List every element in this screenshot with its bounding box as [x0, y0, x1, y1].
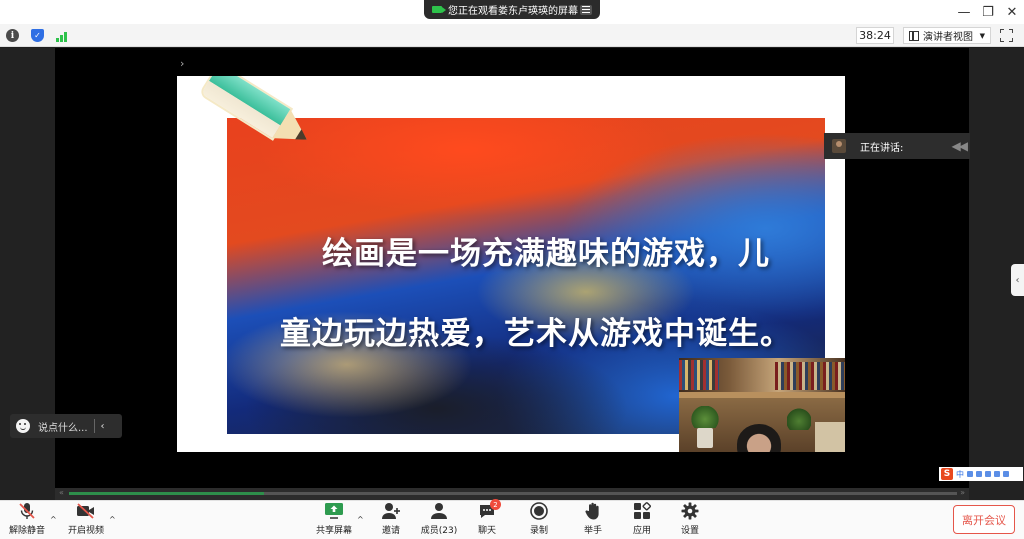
- speaker-view-icon: [909, 30, 919, 41]
- slide-text-line-2: 童边玩边热爱，艺术从游戏中诞生。: [280, 316, 792, 352]
- shared-screen[interactable]: › 绘画是一场充满趣味的游戏，儿 童边玩边热爱，艺术从游戏中诞生。 S 中: [55, 48, 1023, 488]
- members-icon: [429, 501, 449, 520]
- start-video-button[interactable]: 开启视频: [66, 501, 106, 539]
- members-label: 成员(23): [420, 526, 458, 536]
- scroll-left-icon[interactable]: «: [59, 488, 64, 497]
- presentation-slide: 绘画是一场充满趣味的游戏，儿 童边玩边热爱，艺术从游戏中诞生。: [177, 76, 845, 452]
- view-mode-dropdown[interactable]: 演讲者视图 ▼: [903, 27, 991, 44]
- apps-grid-icon: [632, 501, 652, 520]
- banner-menu-icon[interactable]: [580, 4, 592, 15]
- raise-hand-label: 举手: [583, 526, 602, 536]
- chevron-left-icon[interactable]: ‹: [101, 421, 105, 432]
- meeting-info-bar: i ✓ 38:24 演讲者视图 ▼: [0, 24, 1024, 47]
- speaking-audio-icon: ◀◀: [951, 139, 969, 153]
- share-options-icon[interactable]: ^: [357, 515, 364, 524]
- start-video-label: 开启视频: [67, 526, 104, 536]
- video-options-icon[interactable]: ^: [109, 515, 116, 524]
- members-button[interactable]: 成员(23): [420, 501, 458, 539]
- chevron-right-icon[interactable]: ›: [180, 57, 184, 70]
- minimize-icon: —: [957, 4, 971, 20]
- speaking-label: 正在讲话:: [860, 142, 904, 154]
- sogou-logo-icon: S: [941, 468, 953, 480]
- close-button[interactable]: ✕: [998, 0, 1024, 24]
- chevron-left-icon: ‹: [1015, 274, 1020, 286]
- quick-chat-box[interactable]: 说点什么... ‹: [10, 414, 122, 438]
- ime-mic-icon: [976, 471, 982, 477]
- info-icon[interactable]: i: [6, 29, 19, 42]
- chat-placeholder[interactable]: 说点什么...: [38, 419, 88, 434]
- audio-options-icon[interactable]: ^: [50, 515, 57, 524]
- apps-button[interactable]: 应用: [629, 501, 655, 539]
- raise-hand-icon: [583, 501, 603, 520]
- ime-punct-icon: [967, 471, 973, 477]
- record-label: 录制: [529, 526, 548, 536]
- invite-button[interactable]: 邀请: [376, 501, 406, 539]
- apps-label: 应用: [632, 526, 651, 536]
- share-screen-button[interactable]: 共享屏幕: [314, 501, 354, 539]
- chat-label: 聊天: [477, 526, 496, 536]
- security-shield-icon[interactable]: ✓: [31, 29, 44, 42]
- share-screen-label: 共享屏幕: [315, 526, 352, 536]
- raise-hand-button[interactable]: 举手: [580, 501, 606, 539]
- progress-fill: [69, 492, 265, 495]
- title-bar: 您正在观看娄东卢瑛瑛的屏幕 — ❐ ✕: [0, 0, 1024, 24]
- close-icon: ✕: [1006, 4, 1018, 20]
- invite-label: 邀请: [381, 526, 400, 536]
- ime-toolbar[interactable]: S 中: [939, 467, 1023, 481]
- ime-grid-icon: [1003, 471, 1009, 477]
- share-progress-bar[interactable]: « »: [55, 488, 969, 500]
- video-camera-icon: [432, 6, 446, 13]
- collapse-panel-button[interactable]: ‹: [1011, 264, 1024, 296]
- fullscreen-icon[interactable]: [1000, 29, 1013, 42]
- chevron-down-icon: ▼: [979, 31, 985, 40]
- meeting-timer: 38:24: [856, 27, 894, 44]
- meeting-stage: › 绘画是一场充满趣味的游戏，儿 童边玩边热爱，艺术从游戏中诞生。 S 中 正在…: [0, 48, 1024, 500]
- network-signal-icon[interactable]: [55, 29, 68, 42]
- video-off-icon: [76, 501, 96, 520]
- emoji-icon[interactable]: [16, 419, 30, 433]
- gear-icon: [680, 501, 700, 520]
- speaking-indicator: 正在讲话: ◀◀: [824, 133, 970, 159]
- settings-label: 设置: [680, 526, 699, 536]
- scroll-right-icon[interactable]: »: [960, 488, 965, 497]
- meeting-toolbar: 解除静音 ^ 开启视频 ^ 共享屏幕 ^ 邀请 成员(23) 2 聊天 录制 举…: [0, 499, 1024, 539]
- unmute-label: 解除静音: [8, 526, 45, 536]
- chat-unread-badge: 2: [490, 499, 501, 510]
- sharing-banner-text: 您正在观看娄东卢瑛瑛的屏幕: [448, 6, 578, 17]
- sharing-banner[interactable]: 您正在观看娄东卢瑛瑛的屏幕: [424, 0, 600, 19]
- record-icon: [529, 501, 549, 520]
- record-button[interactable]: 录制: [526, 501, 552, 539]
- restore-icon: ❐: [982, 4, 994, 20]
- slide-text-line-1: 绘画是一场充满趣味的游戏，儿: [322, 236, 770, 272]
- add-user-icon: [381, 501, 401, 520]
- view-mode-label: 演讲者视图: [923, 32, 973, 43]
- chat-icon: 2: [477, 499, 501, 520]
- ime-keyboard-icon: [985, 471, 991, 477]
- ime-skin-icon: [994, 471, 1000, 477]
- ime-mode: 中: [956, 469, 964, 479]
- presenter-webcam: [679, 358, 845, 452]
- share-screen-icon: [324, 501, 344, 520]
- mic-muted-icon: [17, 501, 37, 520]
- speaker-avatar: [832, 139, 846, 153]
- unmute-button[interactable]: 解除静音: [8, 501, 46, 539]
- chat-button[interactable]: 2 聊天: [474, 499, 501, 539]
- settings-button[interactable]: 设置: [677, 501, 703, 539]
- leave-meeting-button[interactable]: 离开会议: [953, 505, 1015, 534]
